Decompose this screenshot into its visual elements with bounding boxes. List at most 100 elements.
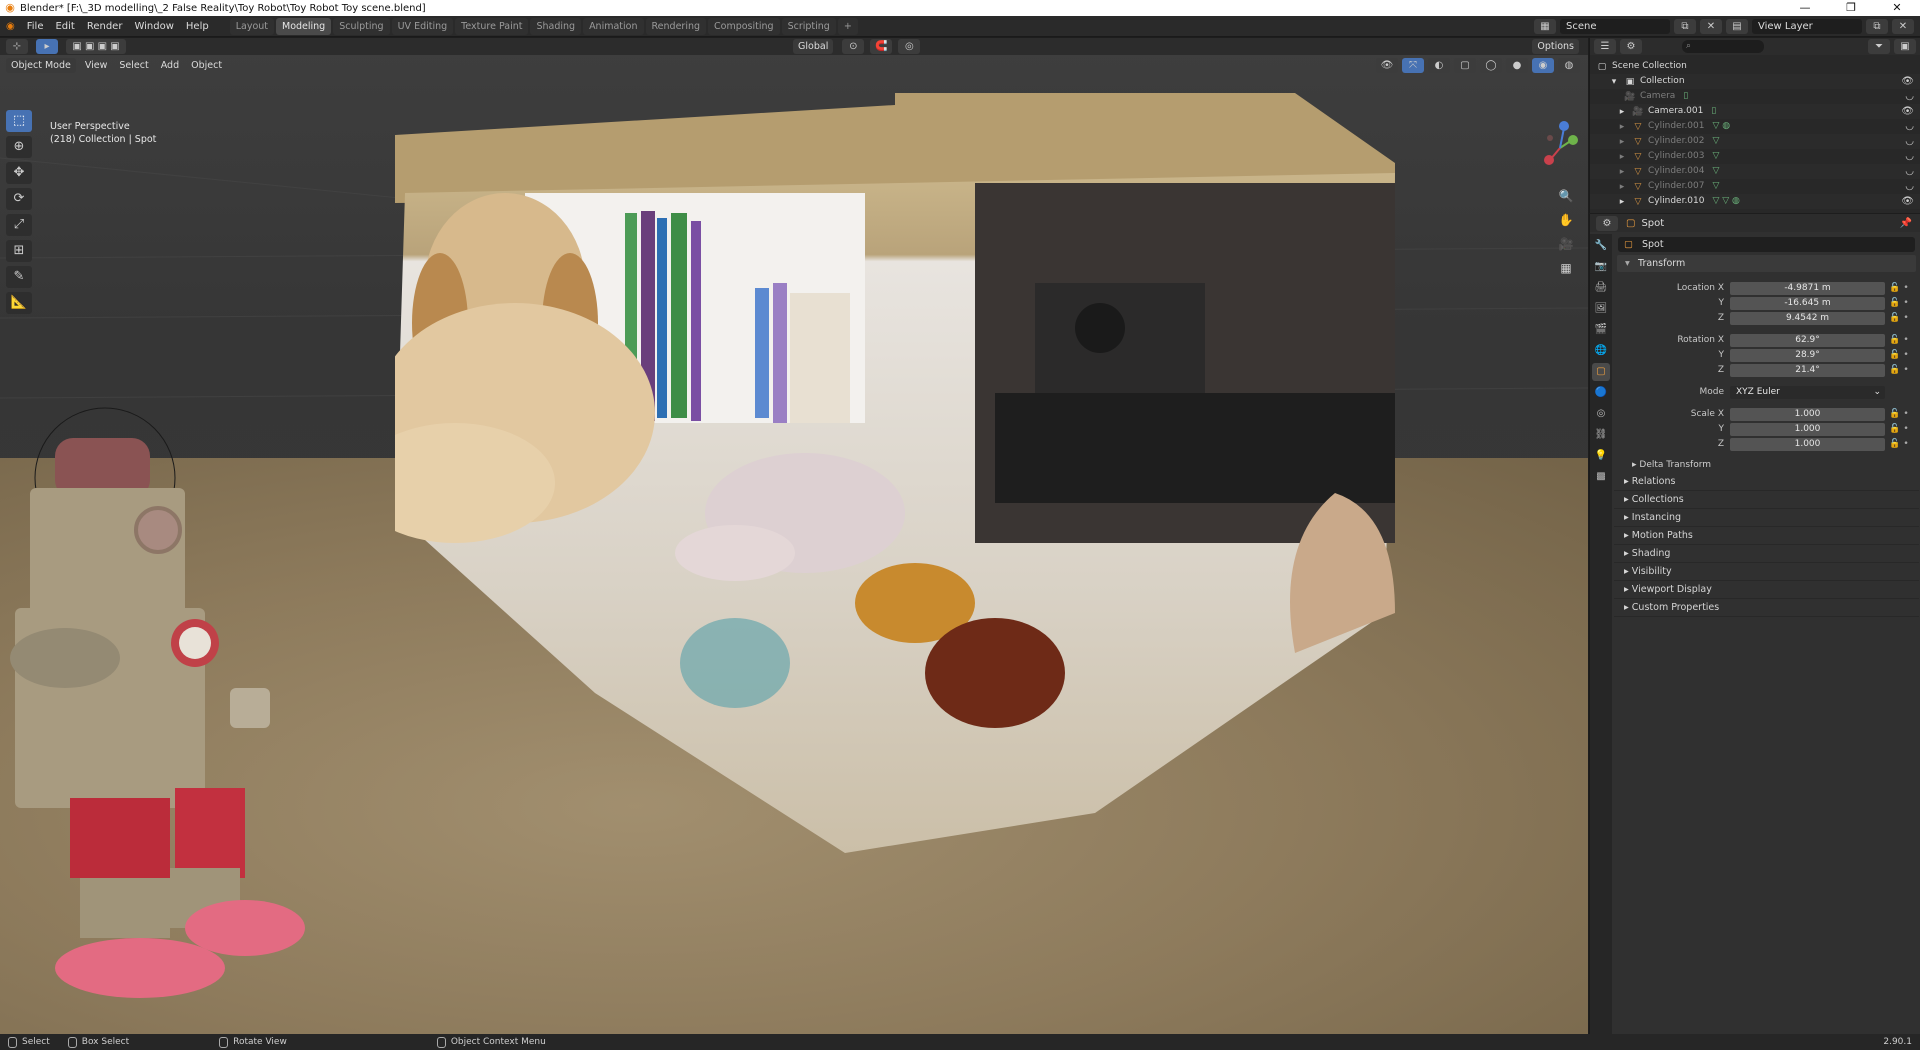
3d-viewport[interactable]: User Perspective (218) Collection | Spot… — [0, 38, 1588, 1034]
visibility-panel-header[interactable]: ▸ Visibility — [1614, 563, 1919, 581]
navigation-gizmo[interactable] — [1530, 118, 1588, 178]
outliner-row-camera[interactable]: 🎥 Camera ▯ ◡ — [1590, 89, 1920, 104]
rotate-tool-icon[interactable]: ⟳ — [6, 188, 32, 210]
view-layer-tab-icon[interactable]: 🖼 — [1592, 300, 1610, 318]
tool-tab-icon[interactable]: 🔧 — [1592, 237, 1610, 255]
view-layer-field[interactable]: View Layer — [1752, 18, 1862, 34]
object-name-field[interactable]: ▢ Spot — [1618, 237, 1915, 252]
tab-texture-paint[interactable]: Texture Paint — [455, 17, 529, 35]
eye-icon[interactable]: 👁 — [1901, 104, 1914, 119]
menu-render[interactable]: Render — [81, 16, 129, 37]
properties-editor-type-icon[interactable]: ⚙ — [1596, 215, 1618, 231]
relations-panel-header[interactable]: ▸ Relations — [1614, 473, 1919, 491]
display-mode-icon[interactable]: ⚙ — [1620, 39, 1642, 54]
scene-tab-icon[interactable]: 🎬 — [1592, 321, 1610, 339]
motion-paths-panel-header[interactable]: ▸ Motion Paths — [1614, 527, 1919, 545]
scene-name-field[interactable]: Scene — [1560, 18, 1670, 34]
outliner-row-cylinder-010[interactable]: ▸ ▽ Cylinder.010 ▽ ▽ ◍ 👁 — [1590, 194, 1920, 209]
expand-arrow-icon[interactable]: ▸ — [1616, 196, 1628, 208]
delta-transform-subpanel[interactable]: ▸ Delta Transform — [1614, 458, 1919, 473]
outliner-row-cylinder-007[interactable]: ▸ ▽ Cylinder.007 ▽ ◡ — [1590, 179, 1920, 194]
eye-icon[interactable]: 👁 — [1901, 74, 1914, 89]
lock-icon[interactable]: 🔓 — [1888, 281, 1902, 295]
new-view-layer-icon[interactable]: ⧉ — [1866, 18, 1888, 34]
outliner-row-collection[interactable]: ▾ ▣ Collection 👁 — [1590, 74, 1920, 89]
rendered-shading-icon[interactable]: ◍ — [1558, 57, 1580, 73]
outliner-row-cylinder-003[interactable]: ▸ ▽ Cylinder.003 ▽ ◡ — [1590, 149, 1920, 164]
blender-menu-icon[interactable]: ◉ — [0, 16, 21, 37]
tab-animation[interactable]: Animation — [583, 17, 644, 35]
collections-panel-header[interactable]: ▸ Collections — [1614, 491, 1919, 509]
menu-view[interactable]: View — [79, 60, 114, 71]
scale-x-field[interactable]: 1.000 — [1730, 407, 1885, 421]
hidden-eye-icon[interactable]: ◡ — [1905, 119, 1914, 134]
location-y-field[interactable]: -16.645 m — [1730, 296, 1885, 310]
xray-toggle-icon[interactable]: ▢ — [1454, 57, 1476, 73]
pin-icon[interactable]: 📌 — [1900, 218, 1912, 229]
shading-panel-header[interactable]: ▸ Shading — [1614, 545, 1919, 563]
rotation-z-field[interactable]: 21.4° — [1730, 363, 1885, 377]
proportional-editing-icon[interactable]: ◎ — [898, 39, 921, 54]
selection-modes-icon[interactable]: ▣ ▣ ▣ ▣ — [66, 39, 126, 54]
measure-tool-icon[interactable]: 📐 — [6, 292, 32, 314]
tab-compositing[interactable]: Compositing — [708, 17, 780, 35]
outliner-editor-type-icon[interactable]: ☰ — [1594, 39, 1616, 54]
physics-tab-icon[interactable]: ◎ — [1592, 405, 1610, 423]
hidden-eye-icon[interactable]: ◡ — [1905, 149, 1914, 164]
menu-help[interactable]: Help — [180, 16, 215, 37]
minimize-button[interactable]: — — [1782, 0, 1828, 16]
close-button[interactable]: ✕ — [1874, 0, 1920, 16]
overlays-toggle-icon[interactable]: ◐ — [1428, 57, 1450, 73]
pan-hand-icon[interactable]: ✋ — [1556, 210, 1576, 230]
delete-view-layer-icon[interactable]: ✕ — [1892, 18, 1914, 34]
outliner-row-cylinder-001[interactable]: ▸ ▽ Cylinder.001 ▽ ◍ ◡ — [1590, 119, 1920, 134]
cursor-tool-icon[interactable]: ⊕ — [6, 136, 32, 158]
hidden-eye-icon[interactable]: ◡ — [1905, 134, 1914, 149]
camera-view-icon[interactable]: 🎥 — [1556, 234, 1576, 254]
gizmo-toggle-icon[interactable]: ⤧ — [1402, 57, 1424, 73]
viewport-display-panel-header[interactable]: ▸ Viewport Display — [1614, 581, 1919, 599]
render-tab-icon[interactable]: 📷 — [1592, 258, 1610, 276]
eye-icon[interactable]: 👁 — [1901, 194, 1914, 209]
keyframe-dot-icon[interactable]: • — [1902, 363, 1910, 377]
tab-modeling[interactable]: Modeling — [276, 17, 332, 35]
scene-selector-icon[interactable]: ▦ — [1534, 18, 1556, 34]
delete-scene-icon[interactable]: ✕ — [1700, 18, 1722, 34]
wireframe-shading-icon[interactable]: ◯ — [1480, 57, 1502, 73]
hidden-eye-icon[interactable]: ◡ — [1905, 179, 1914, 194]
location-z-field[interactable]: 9.4542 m — [1730, 311, 1885, 325]
lock-icon[interactable]: 🔓 — [1888, 422, 1902, 436]
menu-object[interactable]: Object — [185, 60, 228, 71]
lock-icon[interactable]: 🔓 — [1888, 407, 1902, 421]
lock-icon[interactable]: 🔓 — [1888, 363, 1902, 377]
new-collection-icon[interactable]: ▣ — [1894, 39, 1916, 54]
location-x-field[interactable]: -4.9871 m — [1730, 281, 1885, 295]
zoom-icon[interactable]: 🔍 — [1556, 186, 1576, 206]
texture-tab-icon[interactable]: ▩ — [1592, 468, 1610, 486]
expand-arrow-icon[interactable]: ▸ — [1616, 181, 1628, 193]
data-tab-icon[interactable]: 💡 — [1592, 447, 1610, 465]
outliner-search-input[interactable]: ⌕ — [1682, 40, 1764, 53]
tab-rendering[interactable]: Rendering — [645, 17, 707, 35]
menu-add[interactable]: Add — [155, 60, 185, 71]
annotate-tool-icon[interactable]: ✎ — [6, 266, 32, 288]
select-box-tool-icon[interactable]: ⬚ — [6, 110, 32, 132]
instancing-panel-header[interactable]: ▸ Instancing — [1614, 509, 1919, 527]
hidden-eye-icon[interactable]: ◡ — [1905, 164, 1914, 179]
expand-arrow-icon[interactable]: ▸ — [1616, 136, 1628, 148]
tab-sculpting[interactable]: Sculpting — [333, 17, 390, 35]
lock-icon[interactable]: 🔓 — [1888, 296, 1902, 310]
toy-robot-model[interactable] — [0, 368, 320, 1028]
outliner-row-scene-collection[interactable]: ▢ Scene Collection — [1590, 59, 1920, 74]
tab-scripting[interactable]: Scripting — [781, 17, 836, 35]
outliner-row-cylinder-004[interactable]: ▸ ▽ Cylinder.004 ▽ ◡ — [1590, 164, 1920, 179]
transform-orientation-dropdown[interactable]: Global — [793, 39, 834, 54]
outliner-row-cylinder-002[interactable]: ▸ ▽ Cylinder.002 ▽ ◡ — [1590, 134, 1920, 149]
object-tab-icon[interactable]: ▢ — [1592, 363, 1610, 381]
expand-arrow-icon[interactable]: ▸ — [1616, 106, 1628, 118]
keyframe-dot-icon[interactable]: • — [1902, 281, 1910, 295]
tab-shading[interactable]: Shading — [530, 17, 582, 35]
keyframe-dot-icon[interactable]: • — [1902, 437, 1910, 451]
outliner-row-camera-001[interactable]: ▸ 🎥 Camera.001 ▯ 👁 — [1590, 104, 1920, 119]
keyframe-dot-icon[interactable]: • — [1902, 422, 1910, 436]
